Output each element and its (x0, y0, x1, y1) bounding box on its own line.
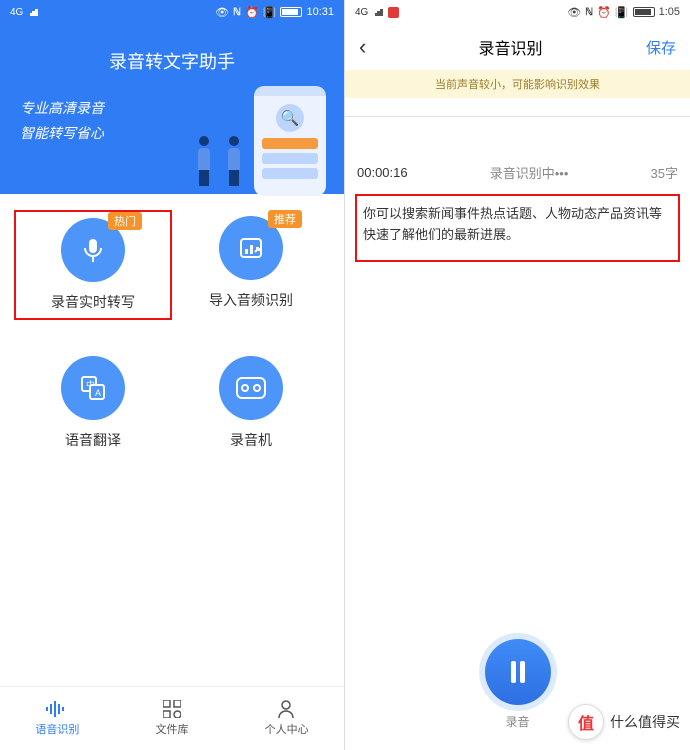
nav-label: 语音识别 (35, 721, 79, 737)
tile-label: 语音翻译 (65, 430, 121, 450)
record-label: 录音 (505, 713, 529, 730)
svg-text:A: A (95, 388, 101, 398)
eye-icon: 👁 (215, 6, 229, 19)
feature-grid: 热门 录音实时转写 推荐 导入音频识别 中A 语音翻译 录音机 (0, 194, 344, 456)
divider (345, 116, 690, 117)
tile-recorder[interactable]: 录音机 (172, 350, 330, 456)
alarm-icon: ⏰ (597, 6, 611, 19)
app-title: 录音转文字助手 (20, 48, 324, 74)
chart-icon (236, 233, 266, 263)
tile-label: 录音实时转写 (51, 292, 135, 312)
nav-voice-recognition[interactable]: 语音识别 (0, 687, 115, 750)
recording-status-row: 00:00:16 录音识别中••• 35字 (345, 155, 690, 190)
char-count: 35字 (651, 163, 678, 182)
vibrate-icon: 📳 (615, 6, 629, 19)
battery-icon (280, 7, 302, 17)
nfc-icon: ℕ (233, 7, 241, 18)
warning-banner: 当前声音较小，可能影响识别效果 (345, 70, 690, 98)
mic-icon (78, 235, 108, 265)
nav-label: 个人中心 (265, 721, 309, 737)
alarm-icon: ⏰ (245, 6, 259, 19)
app-banner: 录音转文字助手 专业高清录音 智能转写省心 🔍 (0, 24, 344, 194)
phone-recording-screen: 4G 👁 ℕ ⏰ 📳 1:05 ‹ 录音识别 保存 当前声音较小，可能影响识别效… (345, 0, 690, 750)
phone-home-screen: 4G 👁 ℕ ⏰ 📳 10:31 录音转文字助手 专业高清录音 智能转写省心 🔍 (0, 0, 345, 750)
tile-realtime-transcribe[interactable]: 热门 录音实时转写 (14, 210, 172, 320)
bottom-nav: 语音识别 文件库 个人中心 (0, 686, 344, 750)
magnifier-icon: 🔍 (276, 104, 304, 132)
status-bar: 4G 👁 ℕ ⏰ 📳 10:31 (0, 0, 344, 24)
tile-import-audio[interactable]: 推荐 导入音频识别 (172, 210, 330, 320)
status-time: 1:05 (659, 6, 680, 18)
page-title: 录音识别 (385, 35, 636, 59)
status-bar: 4G 👁 ℕ ⏰ 📳 1:05 (345, 0, 690, 24)
translate-icon: 中A (78, 373, 108, 403)
nav-profile[interactable]: 个人中心 (229, 687, 344, 750)
eye-icon: 👁 (567, 6, 581, 19)
nav-label: 文件库 (156, 721, 189, 737)
pause-icon (511, 661, 525, 683)
tile-voice-translate[interactable]: 中A 语音翻译 (14, 350, 172, 456)
transcript-text[interactable]: 你可以搜索新闻事件热点话题、人物动态产品资讯等快速了解他们的最新进展。 (355, 194, 680, 262)
watermark-icon: 值 (568, 704, 604, 740)
recognizing-label: 录音识别中••• (490, 163, 569, 182)
elapsed-time: 00:00:16 (357, 165, 408, 180)
waveform-icon (46, 700, 68, 718)
notification-icon (388, 7, 399, 18)
person-icon (276, 700, 298, 718)
grid-icon (161, 700, 183, 718)
hot-badge: 热门 (108, 212, 142, 230)
watermark: 值 什么值得买 (568, 704, 680, 740)
nav-file-library[interactable]: 文件库 (115, 687, 230, 750)
nfc-icon: ℕ (585, 7, 593, 18)
banner-illustration: 🔍 (186, 86, 326, 186)
tape-icon (235, 376, 267, 400)
vibrate-icon: 📳 (263, 6, 277, 19)
watermark-text: 什么值得买 (610, 712, 680, 732)
tile-label: 导入音频识别 (209, 290, 293, 310)
status-time: 10:31 (306, 6, 334, 18)
pause-record-button[interactable] (485, 639, 551, 705)
back-button[interactable]: ‹ (359, 34, 385, 60)
battery-icon (633, 7, 655, 17)
tile-label: 录音机 (230, 430, 272, 450)
title-bar: ‹ 录音识别 保存 (345, 24, 690, 70)
recommend-badge: 推荐 (268, 210, 302, 228)
save-button[interactable]: 保存 (636, 37, 676, 58)
